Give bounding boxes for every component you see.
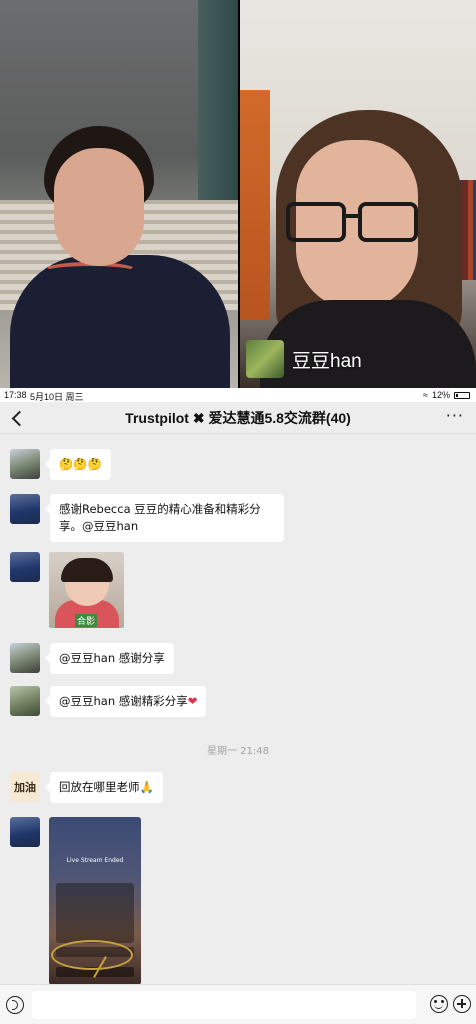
participant-name: 豆豆han	[292, 350, 362, 372]
pray-emoji-icon: 🙏	[139, 780, 154, 794]
message-row: 加油 回放在哪里老师🙏	[10, 772, 163, 803]
heart-emoji-icon: ❤	[187, 694, 198, 708]
input-bar	[0, 984, 476, 1024]
message-row: 感谢Rebecca 豆豆的精心准备和精彩分享。@豆豆han	[10, 494, 284, 542]
message-row: 合影	[10, 552, 124, 628]
highlight-circle	[51, 940, 133, 970]
message-text: 回放在哪里老师	[59, 780, 140, 794]
status-right: ≈ 12%	[423, 390, 470, 400]
participant-name-tag: 豆豆han	[246, 340, 362, 378]
avatar[interactable]	[10, 494, 40, 524]
avatar[interactable]	[10, 449, 40, 479]
video-call-area: 豆豆han	[0, 0, 476, 388]
glasses	[286, 202, 422, 246]
battery-icon	[454, 391, 470, 399]
back-chevron-icon[interactable]	[10, 408, 30, 428]
more-options-button[interactable]: ···	[446, 406, 464, 425]
battery-percent: 12%	[431, 390, 450, 400]
avatar[interactable]	[10, 817, 40, 847]
wifi-icon: ≈	[423, 390, 428, 400]
screenshot-image-message[interactable]: Live Stream Ended	[49, 817, 141, 984]
message-bubble[interactable]: 🤔🤔🤔	[45, 449, 111, 480]
image-message[interactable]: 合影	[49, 552, 124, 628]
message-bubble[interactable]: @豆豆han 感谢分享	[45, 643, 174, 674]
video-feed-left[interactable]	[0, 0, 238, 388]
message-bubble[interactable]: @豆豆han 感谢精彩分享❤	[44, 686, 207, 717]
message-input[interactable]	[32, 991, 416, 1019]
message-row: @豆豆han 感谢分享	[10, 643, 174, 674]
message-row: 🤔🤔🤔	[10, 449, 111, 480]
image-tag: 合影	[75, 614, 98, 627]
person-left-face	[54, 148, 144, 266]
status-bar: 17:38 5月10日 周三 ≈ 12%	[0, 388, 476, 402]
plus-icon[interactable]	[453, 995, 471, 1013]
participant-avatar	[246, 340, 284, 378]
avatar[interactable]	[10, 643, 40, 673]
emoji-icon[interactable]	[430, 995, 448, 1013]
chat-header: Trustpilot ✖ 爱达慧通5.8交流群(40) ···	[0, 402, 476, 434]
avatar[interactable]	[10, 552, 40, 582]
time-divider: 星期一 21:48	[207, 746, 269, 757]
avatar[interactable]	[10, 686, 40, 716]
status-time: 17:38	[4, 390, 27, 400]
screenshot-header: Live Stream Ended	[66, 857, 124, 864]
chat-messages[interactable]: 🤔🤔🤔 感谢Rebecca 豆豆的精心准备和精彩分享。@豆豆han 合影 @豆豆…	[0, 434, 476, 984]
message-bubble[interactable]: 回放在哪里老师🙏	[45, 772, 163, 803]
message-row: Live Stream Ended	[10, 817, 141, 984]
message-text: @豆豆han 感谢精彩分享	[59, 694, 188, 708]
message-row: @豆豆han 感谢精彩分享❤	[10, 686, 207, 717]
avatar[interactable]: 加油	[10, 772, 40, 802]
orange-curtain	[240, 90, 270, 320]
voice-input-icon[interactable]	[6, 996, 24, 1014]
message-bubble[interactable]: 感谢Rebecca 豆豆的精心准备和精彩分享。@豆豆han	[45, 494, 284, 542]
video-feed-right[interactable]	[240, 0, 476, 388]
chat-title: Trustpilot ✖ 爱达慧通5.8交流群(40)	[125, 410, 351, 426]
